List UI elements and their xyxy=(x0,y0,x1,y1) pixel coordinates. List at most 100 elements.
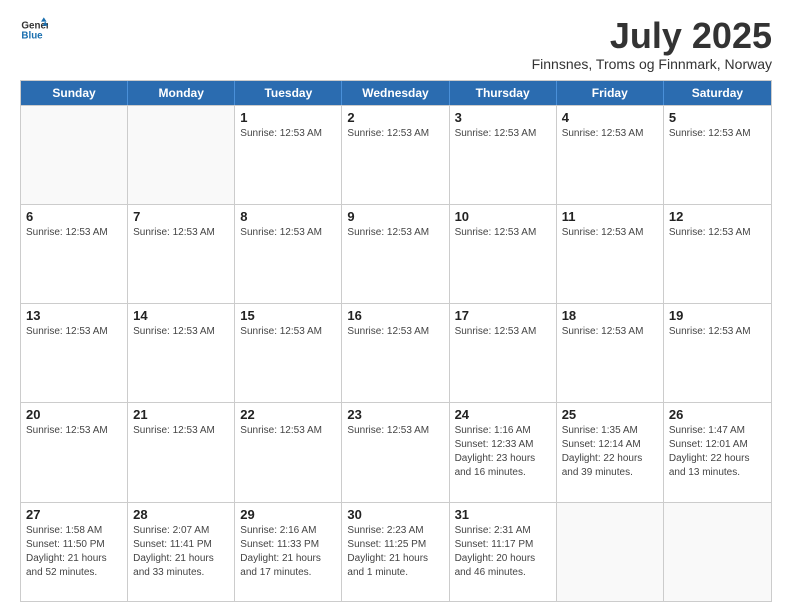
day-number: 8 xyxy=(240,209,336,224)
day-info: Sunrise: 12:53 AM xyxy=(562,325,658,339)
day-number: 6 xyxy=(26,209,122,224)
cal-cell-0-6: 5 Sunrise: 12:53 AM xyxy=(664,106,771,204)
day-number: 11 xyxy=(562,209,658,224)
day-info: Sunrise: 2:16 AM Sunset: 11:33 PM Daylig… xyxy=(240,524,336,580)
day-info: Sunrise: 12:53 AM xyxy=(240,226,336,240)
cal-cell-2-0: 13 Sunrise: 12:53 AM xyxy=(21,304,128,402)
month-year: July 2025 xyxy=(532,16,772,56)
day-number: 4 xyxy=(562,110,658,125)
day-info: Sunrise: 12:53 AM xyxy=(455,325,551,339)
day-number: 19 xyxy=(669,308,766,323)
week-row-4: 20Sunrise: 12:53 AM21Sunrise: 12:53 AM22… xyxy=(21,402,771,501)
day-info: Sunrise: 1:47 AM Sunset: 12:01 AM Daylig… xyxy=(669,424,766,480)
day-info: Sunrise: 2:07 AM Sunset: 11:41 PM Daylig… xyxy=(133,524,229,580)
day-number: 18 xyxy=(562,308,658,323)
cal-cell-2-1: 14 Sunrise: 12:53 AM xyxy=(128,304,235,402)
week-row-5: 27Sunrise: 1:58 AM Sunset: 11:50 PM Dayl… xyxy=(21,502,771,601)
header-sunday: Sunday xyxy=(21,81,128,105)
day-number: 17 xyxy=(455,308,551,323)
day-info: Sunrise: 12:53 AM xyxy=(26,226,122,240)
day-info: Sunrise: 12:53 AM xyxy=(347,325,443,339)
day-info: Sunrise: 12:53 AM xyxy=(669,226,766,240)
day-info: Sunrise: 12:53 AM xyxy=(347,226,443,240)
day-number: 25 xyxy=(562,407,658,422)
day-number: 13 xyxy=(26,308,122,323)
cal-cell-4-6 xyxy=(664,503,771,601)
day-info: Sunrise: 12:53 AM xyxy=(240,424,336,438)
cal-cell-1-0: 6 Sunrise: 12:53 AM xyxy=(21,205,128,303)
day-info: Sunrise: 12:53 AM xyxy=(455,226,551,240)
header-tuesday: Tuesday xyxy=(235,81,342,105)
header-monday: Monday xyxy=(128,81,235,105)
day-number: 31 xyxy=(455,507,551,522)
cal-cell-1-6: 12 Sunrise: 12:53 AM xyxy=(664,205,771,303)
day-info: Sunrise: 12:53 AM xyxy=(562,226,658,240)
day-info: Sunrise: 1:58 AM Sunset: 11:50 PM Daylig… xyxy=(26,524,122,580)
calendar: Sunday Monday Tuesday Wednesday Thursday… xyxy=(20,80,772,602)
cal-cell-4-4: 31 Sunrise: 2:31 AM Sunset: 11:17 PM Dayl… xyxy=(450,503,557,601)
calendar-header-row: Sunday Monday Tuesday Wednesday Thursday… xyxy=(21,81,771,105)
day-info: Sunrise: 12:53 AM xyxy=(669,127,766,141)
day-number: 22 xyxy=(240,407,336,422)
day-info: Sunrise: 12:53 AM xyxy=(240,127,336,141)
calendar-body: 1Sunrise: 12:53 AM2Sunrise: 12:53 AM3Sun… xyxy=(21,105,771,601)
day-number: 30 xyxy=(347,507,443,522)
day-number: 7 xyxy=(133,209,229,224)
cal-cell-1-1: 7Sunrise: 12:53 AM xyxy=(128,205,235,303)
cal-cell-4-0: 27Sunrise: 1:58 AM Sunset: 11:50 PM Dayl… xyxy=(21,503,128,601)
cal-cell-1-5: 11 Sunrise: 12:53 AM xyxy=(557,205,664,303)
day-number: 24 xyxy=(455,407,551,422)
header-wednesday: Wednesday xyxy=(342,81,449,105)
cal-cell-2-6: 19Sunrise: 12:53 AM xyxy=(664,304,771,402)
day-info: Sunrise: 12:53 AM xyxy=(562,127,658,141)
cal-cell-4-5 xyxy=(557,503,664,601)
day-info: Sunrise: 12:53 AM xyxy=(26,325,122,339)
header-friday: Friday xyxy=(557,81,664,105)
day-number: 16 xyxy=(347,308,443,323)
day-number: 5 xyxy=(669,110,766,125)
day-info: Sunrise: 12:53 AM xyxy=(133,424,229,438)
header-saturday: Saturday xyxy=(664,81,771,105)
cal-cell-2-2: 15 Sunrise: 12:53 AM xyxy=(235,304,342,402)
day-info: Sunrise: 2:23 AM Sunset: 11:25 PM Daylig… xyxy=(347,524,443,580)
location: Finnsnes, Troms og Finnmark, Norway xyxy=(532,56,772,72)
cal-cell-2-4: 17 Sunrise: 12:53 AM xyxy=(450,304,557,402)
cal-cell-0-1 xyxy=(128,106,235,204)
day-number: 23 xyxy=(347,407,443,422)
cal-cell-3-6: 26 Sunrise: 1:47 AM Sunset: 12:01 AM Dayl… xyxy=(664,403,771,501)
day-number: 20 xyxy=(26,407,122,422)
day-info: Sunrise: 12:53 AM xyxy=(347,127,443,141)
day-info: Sunrise: 12:53 AM xyxy=(240,325,336,339)
day-info: Sunrise: 12:53 AM xyxy=(26,424,122,438)
cal-cell-3-4: 24 Sunrise: 1:16 AM Sunset: 12:33 AM Dayl… xyxy=(450,403,557,501)
cal-cell-0-4: 3Sunrise: 12:53 AM xyxy=(450,106,557,204)
day-info: Sunrise: 2:31 AM Sunset: 11:17 PM Daylig… xyxy=(455,524,551,580)
cal-cell-0-0 xyxy=(21,106,128,204)
week-row-1: 1Sunrise: 12:53 AM2Sunrise: 12:53 AM3Sun… xyxy=(21,105,771,204)
day-info: Sunrise: 12:53 AM xyxy=(133,325,229,339)
cal-cell-3-2: 22 Sunrise: 12:53 AM xyxy=(235,403,342,501)
day-number: 12 xyxy=(669,209,766,224)
cal-cell-2-3: 16 Sunrise: 12:53 AM xyxy=(342,304,449,402)
cal-cell-2-5: 18 Sunrise: 12:53 AM xyxy=(557,304,664,402)
logo: General Blue xyxy=(20,16,48,44)
day-number: 29 xyxy=(240,507,336,522)
cal-cell-3-0: 20 Sunrise: 12:53 AM xyxy=(21,403,128,501)
week-row-2: 6Sunrise: 12:53 AM7Sunrise: 12:53 AM8Sun… xyxy=(21,204,771,303)
day-number: 21 xyxy=(133,407,229,422)
day-info: Sunrise: 1:16 AM Sunset: 12:33 AM Daylig… xyxy=(455,424,551,480)
page: General Blue July 2025 Finnsnes, Troms o… xyxy=(0,0,792,612)
day-number: 26 xyxy=(669,407,766,422)
day-number: 14 xyxy=(133,308,229,323)
cal-cell-3-1: 21 Sunrise: 12:53 AM xyxy=(128,403,235,501)
cal-cell-3-5: 25Sunrise: 1:35 AM Sunset: 12:14 AM Dayl… xyxy=(557,403,664,501)
day-number: 15 xyxy=(240,308,336,323)
day-number: 9 xyxy=(347,209,443,224)
day-number: 3 xyxy=(455,110,551,125)
day-number: 1 xyxy=(240,110,336,125)
cal-cell-1-3: 9 Sunrise: 12:53 AM xyxy=(342,205,449,303)
day-number: 10 xyxy=(455,209,551,224)
svg-text:Blue: Blue xyxy=(21,30,43,41)
day-info: Sunrise: 12:53 AM xyxy=(347,424,443,438)
day-number: 28 xyxy=(133,507,229,522)
